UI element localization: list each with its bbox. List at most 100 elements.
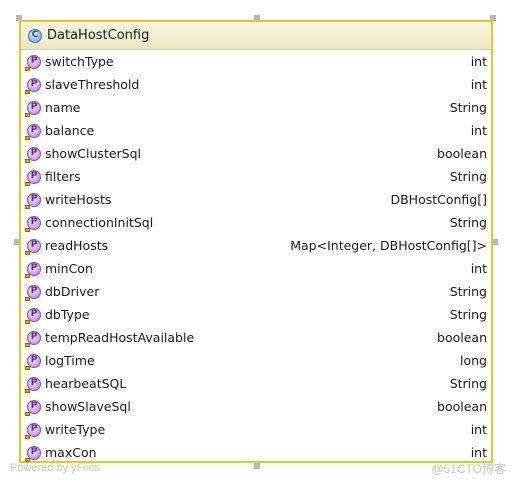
field-name: minCon — [45, 261, 93, 276]
private-lock-icon — [25, 342, 30, 347]
field-row[interactable]: PwriteHosts DBHostConfig[] — [21, 188, 491, 211]
private-lock-icon — [25, 319, 30, 324]
private-lock-icon — [25, 181, 30, 186]
property-icon-letter: P — [30, 171, 38, 181]
property-icon-letter: P — [30, 378, 38, 388]
field-name: writeType — [45, 422, 106, 437]
field-type: DBHostConfig[] — [390, 192, 487, 207]
field-name: showSlaveSql — [45, 399, 131, 414]
property-icon: P — [25, 353, 41, 370]
diagram-canvas: C DataHostConfig PswitchType int PslaveThr… — [0, 0, 515, 485]
field-row[interactable]: PmaxCon int — [21, 441, 491, 464]
field-row[interactable]: PlogTime long — [21, 349, 491, 372]
private-lock-icon — [25, 158, 30, 163]
class-node[interactable]: C DataHostConfig PswitchType int PslaveThr… — [19, 20, 493, 463]
private-lock-icon — [25, 89, 30, 94]
private-lock-icon — [25, 204, 30, 209]
field-type: boolean — [437, 330, 487, 345]
field-type: String — [449, 376, 487, 391]
field-name: maxCon — [45, 445, 97, 460]
site-watermark: @51CTO博客 — [431, 462, 506, 476]
field-row[interactable]: PdbDriver String — [21, 280, 491, 303]
property-icon-letter: P — [30, 424, 38, 434]
private-lock-icon — [25, 365, 30, 370]
field-row[interactable]: PtempReadHostAvailable boolean — [21, 326, 491, 349]
field-type: int — [470, 261, 487, 276]
private-lock-icon — [25, 66, 30, 71]
class-icon: C — [28, 28, 42, 43]
field-row[interactable]: PswitchType int — [21, 50, 491, 73]
field-type: int — [470, 77, 487, 92]
field-row[interactable]: PconnectionInitSql String — [21, 211, 491, 234]
yfiles-watermark: Powered by yFiles — [10, 462, 100, 474]
property-icon: P — [25, 77, 41, 94]
field-row[interactable]: PwriteType int — [21, 418, 491, 441]
field-row[interactable]: PdbType String — [21, 303, 491, 326]
property-icon: P — [25, 330, 41, 347]
property-icon-letter: P — [30, 217, 38, 227]
property-icon: P — [25, 399, 41, 416]
class-header[interactable]: C DataHostConfig — [21, 22, 491, 50]
field-name: writeHosts — [45, 192, 112, 207]
property-icon-letter: P — [30, 309, 38, 319]
property-icon: P — [25, 238, 41, 255]
field-list: PswitchType int PslaveThreshold int Pname Str… — [21, 50, 491, 464]
private-lock-icon — [25, 388, 30, 393]
property-icon-letter: P — [30, 194, 38, 204]
property-icon: P — [25, 284, 41, 301]
private-lock-icon — [25, 296, 30, 301]
private-lock-icon — [25, 434, 30, 439]
field-row[interactable]: Pname String — [21, 96, 491, 119]
field-name: name — [45, 100, 81, 115]
field-type: String — [449, 169, 487, 184]
property-icon: P — [25, 146, 41, 163]
field-type: String — [449, 307, 487, 322]
field-type: String — [449, 215, 487, 230]
property-icon: P — [25, 192, 41, 209]
field-name: readHosts — [45, 238, 109, 253]
field-name: logTime — [45, 353, 95, 368]
property-icon-letter: P — [30, 447, 38, 457]
property-icon: P — [25, 54, 41, 71]
field-row[interactable]: PhearbeatSQL String — [21, 372, 491, 395]
property-icon: P — [25, 169, 41, 186]
property-icon-letter: P — [30, 401, 38, 411]
field-row[interactable]: PslaveThreshold int — [21, 73, 491, 96]
property-icon-letter: P — [30, 263, 38, 273]
private-lock-icon — [25, 273, 30, 278]
property-icon: P — [25, 215, 41, 232]
field-name: dbDriver — [45, 284, 100, 299]
property-icon: P — [25, 123, 41, 140]
field-row[interactable]: PreadHosts Map<Integer, DBHostConfig[]> — [21, 234, 491, 257]
private-lock-icon — [25, 411, 30, 416]
field-type: int — [470, 422, 487, 437]
field-row[interactable]: PminCon int — [21, 257, 491, 280]
property-icon: P — [25, 422, 41, 439]
field-type: boolean — [437, 146, 487, 161]
private-lock-icon — [25, 112, 30, 117]
property-icon: P — [25, 307, 41, 324]
field-row[interactable]: Pfilters String — [21, 165, 491, 188]
field-name: switchType — [45, 54, 114, 69]
field-name: showClusterSql — [45, 146, 142, 161]
property-icon-letter: P — [30, 102, 38, 112]
field-type: String — [449, 284, 487, 299]
field-name: balance — [45, 123, 95, 138]
field-type: int — [470, 445, 487, 460]
class-name: DataHostConfig — [47, 28, 150, 43]
field-type: long — [460, 353, 487, 368]
field-name: dbType — [45, 307, 90, 322]
field-name: filters — [45, 169, 81, 184]
field-name: slaveThreshold — [45, 77, 140, 92]
property-icon-letter: P — [30, 56, 38, 66]
property-icon: P — [25, 445, 41, 462]
property-icon: P — [25, 261, 41, 278]
field-name: hearbeatSQL — [45, 376, 127, 391]
field-type: int — [470, 123, 487, 138]
field-name: connectionInitSql — [45, 215, 154, 230]
property-icon-letter: P — [30, 286, 38, 296]
field-row[interactable]: PshowClusterSql boolean — [21, 142, 491, 165]
private-lock-icon — [25, 227, 30, 232]
field-row[interactable]: PshowSlaveSql boolean — [21, 395, 491, 418]
field-row[interactable]: Pbalance int — [21, 119, 491, 142]
